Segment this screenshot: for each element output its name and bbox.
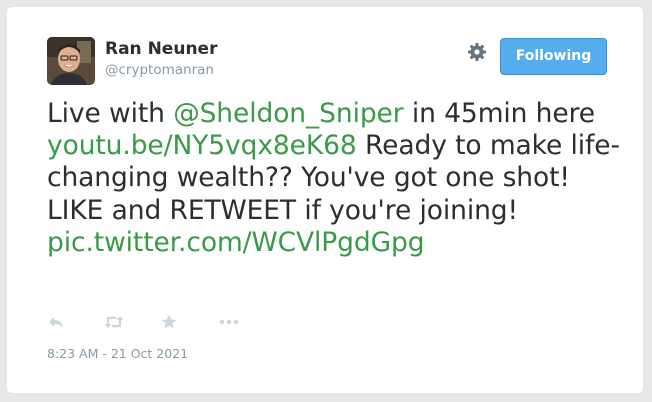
user-name[interactable]: Ran Neuner — [105, 39, 217, 59]
youtube-link[interactable]: youtu.be/NY5vqx8eK68 — [47, 130, 357, 161]
favorite-icon[interactable] — [160, 314, 178, 334]
more-icon[interactable] — [218, 314, 240, 334]
tweet-timestamp[interactable]: 8:23 AM - 21 Oct 2021 — [47, 346, 188, 361]
retweet-icon[interactable] — [103, 314, 125, 334]
tweet-card: Ran Neuner @cryptomanran Following Live … — [6, 6, 644, 394]
user-handle[interactable]: @cryptomanran — [105, 62, 214, 78]
tweet-text-segment: Live with — [47, 98, 174, 129]
gear-icon[interactable] — [465, 40, 489, 64]
pic-link[interactable]: pic.twitter.com/WCVlPgdGpg — [47, 227, 425, 258]
avatar[interactable] — [47, 37, 95, 85]
following-button[interactable]: Following — [500, 38, 607, 75]
mention-link[interactable]: @Sheldon_Sniper — [173, 98, 403, 129]
tweet-text: Live with @Sheldon_Sniper in 45min here … — [47, 98, 627, 259]
reply-icon[interactable] — [47, 314, 65, 334]
tweet-text-segment: in 45min here — [403, 98, 595, 129]
